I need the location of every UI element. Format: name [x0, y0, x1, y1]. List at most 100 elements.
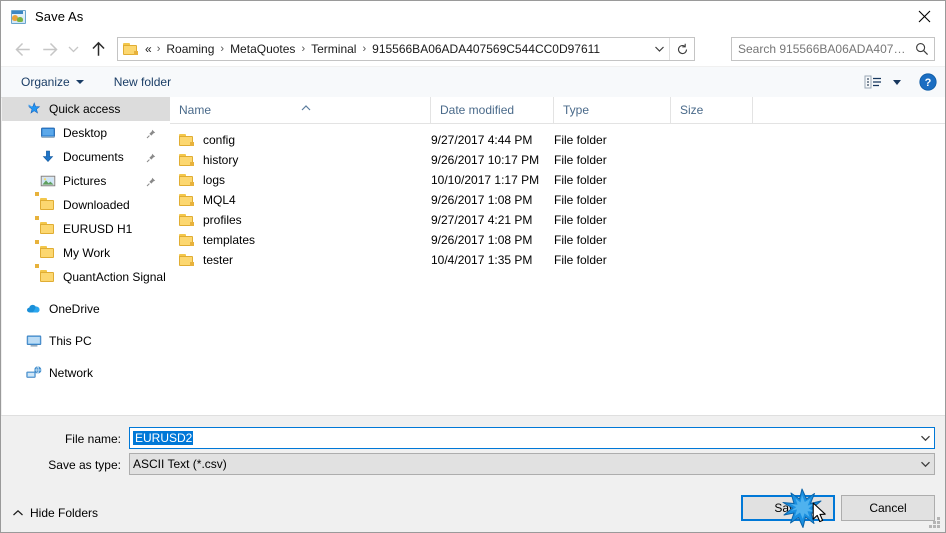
recent-locations-icon[interactable] — [63, 36, 83, 62]
breadcrumb-item-metaquotes[interactable]: MetaQuotes — [229, 41, 296, 57]
column-header-type[interactable]: Type — [554, 97, 671, 123]
view-layout-icon[interactable] — [863, 73, 885, 91]
hide-folders-label: Hide Folders — [30, 506, 99, 520]
file-name-label: MQL4 — [203, 193, 236, 207]
table-row[interactable]: history 9/26/2017 10:17 PM File folder — [170, 150, 945, 170]
sidebar-item-label: My Work — [63, 246, 111, 260]
sidebar-item-this-pc[interactable]: This PC — [2, 329, 170, 353]
sidebar-item-my-work[interactable]: My Work — [2, 240, 170, 265]
pin-icon[interactable] — [146, 128, 156, 139]
sidebar-item-downloaded[interactable]: Downloaded — [2, 192, 170, 217]
file-date-cell: 10/10/2017 1:17 PM — [431, 173, 540, 187]
save-as-type-select[interactable]: ASCII Text (*.csv) — [129, 453, 935, 475]
chevron-down-icon — [75, 80, 84, 84]
save-button[interactable]: Save — [741, 495, 835, 521]
column-header-date-label: Date modified — [440, 103, 515, 117]
folder-icon — [179, 213, 195, 227]
sidebar-item-pictures[interactable]: Pictures — [2, 169, 170, 193]
table-row[interactable]: templates 9/26/2017 1:08 PM File folder — [170, 230, 945, 250]
column-header-size[interactable]: Size — [671, 97, 753, 123]
folder-icon — [35, 264, 56, 285]
file-date-cell: 9/26/2017 1:08 PM — [431, 233, 533, 247]
sidebar-item-label: QuantAction Signal — [63, 270, 166, 284]
sidebar-item-network[interactable]: Network — [2, 361, 170, 385]
cancel-button-label: Cancel — [869, 501, 907, 515]
chevron-down-icon[interactable] — [916, 454, 934, 474]
search-icon[interactable] — [910, 38, 934, 60]
breadcrumb-item-terminal[interactable]: Terminal — [310, 41, 357, 57]
search-box[interactable]: Search 915566BA06ADA40756... — [731, 37, 935, 61]
file-name-cell: config — [170, 133, 431, 147]
breadcrumb: « › Roaming › MetaQuotes › Terminal › 91… — [139, 41, 649, 57]
new-folder-button[interactable]: New folder — [107, 70, 178, 94]
chevron-down-icon[interactable] — [649, 38, 669, 60]
sidebar-item-label: EURUSD H1 — [63, 222, 133, 236]
file-date-cell: 9/26/2017 10:17 PM — [431, 153, 540, 167]
sidebar-item-label: Desktop — [63, 126, 108, 140]
file-name-value[interactable]: EURUSD2 — [130, 431, 916, 445]
refresh-icon[interactable] — [669, 38, 694, 60]
sidebar-item-quantaction-signal[interactable]: QuantAction Signal — [2, 264, 170, 289]
forward-arrow-icon[interactable] — [37, 36, 63, 62]
column-header-name[interactable]: Name — [170, 97, 431, 123]
sidebar-item-label: Documents — [63, 150, 124, 164]
network-icon — [26, 365, 42, 381]
file-name-input[interactable]: EURUSD2 — [129, 427, 935, 449]
table-row[interactable]: profiles 9/27/2017 4:21 PM File folder — [170, 210, 945, 230]
file-name-label: config — [203, 133, 236, 147]
chevron-down-icon[interactable] — [916, 428, 934, 448]
file-name-cell: profiles — [170, 213, 431, 227]
folder-icon — [123, 42, 139, 56]
sidebar-item-quick-access[interactable]: Quick access — [2, 97, 170, 121]
organize-button[interactable]: Organize — [14, 70, 91, 94]
this-pc-monitor-icon — [26, 333, 42, 349]
up-arrow-icon[interactable] — [85, 36, 111, 62]
breadcrumb-item-roaming[interactable]: Roaming — [165, 41, 215, 57]
pin-icon[interactable] — [146, 176, 156, 187]
search-input[interactable]: Search 915566BA06ADA40756... — [732, 42, 910, 56]
cancel-button[interactable]: Cancel — [841, 495, 935, 521]
folder-icon — [179, 233, 195, 247]
column-header-size-label: Size — [680, 103, 704, 117]
quick-access-star-icon — [26, 101, 42, 117]
file-name-cell: history — [170, 153, 431, 167]
help-icon[interactable]: ? — [919, 73, 937, 91]
file-type-cell: File folder — [554, 213, 607, 227]
sidebar-item-onedrive[interactable]: OneDrive — [2, 297, 170, 321]
window-title: Save As — [35, 9, 84, 24]
toolbar-right-group: ? — [863, 67, 937, 97]
chevron-up-icon — [11, 508, 25, 518]
sidebar-item-eurusd-h1[interactable]: EURUSD H1 — [2, 216, 170, 241]
onedrive-cloud-icon — [26, 301, 42, 317]
back-arrow-icon[interactable] — [9, 36, 35, 62]
pictures-icon — [40, 173, 56, 189]
column-header-date-modified[interactable]: Date modified — [431, 97, 554, 123]
sidebar-item-label: Network — [49, 366, 94, 380]
organize-label: Organize — [21, 75, 70, 89]
file-name-label: profiles — [203, 213, 242, 227]
hide-folders-button[interactable]: Hide Folders — [11, 503, 98, 523]
address-bar[interactable]: « › Roaming › MetaQuotes › Terminal › 91… — [117, 37, 695, 61]
breadcrumb-item-terminal-id[interactable]: 915566BA06ADA407569C544CC0D97611 — [371, 41, 601, 57]
close-icon[interactable] — [901, 1, 945, 32]
command-toolbar: Organize New folder ? — [1, 67, 945, 98]
breadcrumb-separator-2: › — [301, 42, 306, 55]
pin-icon[interactable] — [146, 152, 156, 163]
folder-icon — [179, 133, 195, 147]
table-row[interactable]: MQL4 9/26/2017 1:08 PM File folder — [170, 190, 945, 210]
sidebar-item-label: OneDrive — [49, 302, 100, 316]
chevron-down-icon[interactable] — [893, 79, 901, 85]
table-row[interactable]: config 9/27/2017 4:44 PM File folder — [170, 130, 945, 150]
save-as-icon — [10, 9, 26, 25]
file-type-cell: File folder — [554, 173, 607, 187]
table-row[interactable]: logs 10/10/2017 1:17 PM File folder — [170, 170, 945, 190]
table-row[interactable]: tester 10/4/2017 1:35 PM File folder — [170, 250, 945, 270]
file-type-cell: File folder — [554, 153, 607, 167]
sidebar-item-documents[interactable]: Documents — [2, 145, 170, 169]
sidebar-item-label: Quick access — [49, 102, 121, 116]
column-header-type-label: Type — [563, 103, 590, 117]
folder-icon — [35, 240, 56, 261]
sidebar-item-desktop[interactable]: Desktop — [2, 121, 170, 145]
sidebar-item-label: This PC — [49, 334, 92, 348]
breadcrumb-overflow-indicator[interactable]: « — [143, 42, 152, 56]
